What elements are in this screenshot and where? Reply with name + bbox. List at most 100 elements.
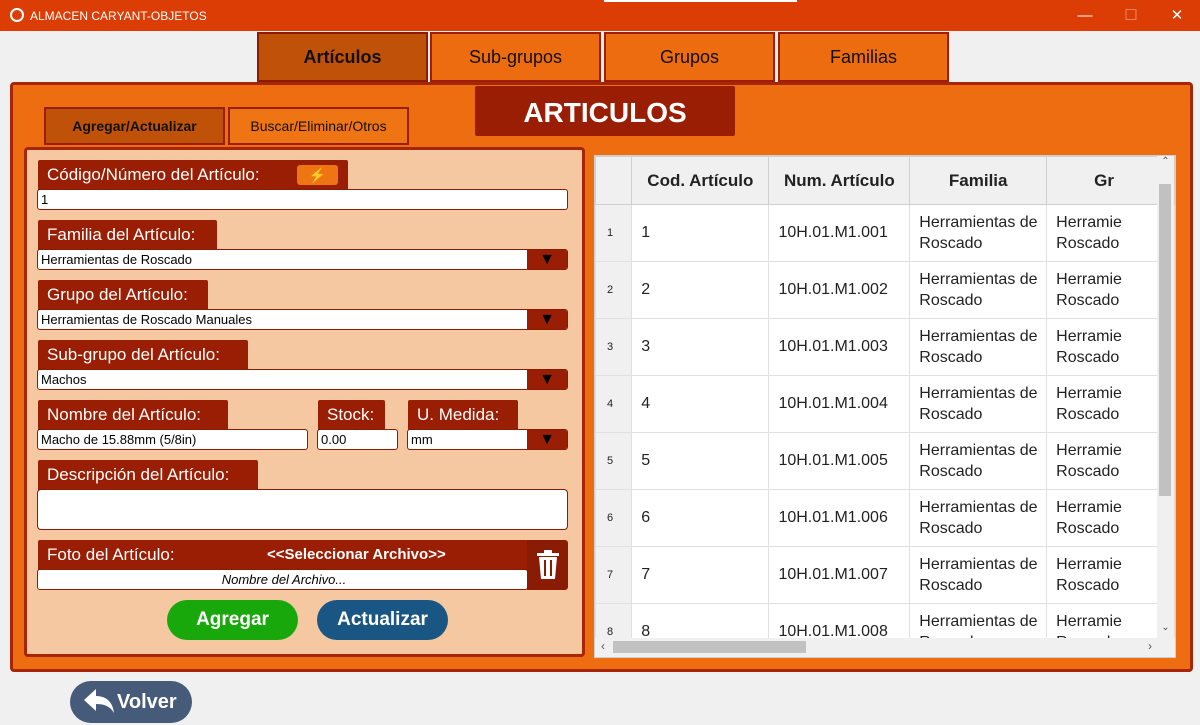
- subtab-buscar-eliminar[interactable]: Buscar/Eliminar/Otros: [228, 107, 409, 145]
- title-highlight: [604, 0, 797, 2]
- row-number: 4: [595, 375, 633, 433]
- tab-familias[interactable]: Familias: [778, 32, 949, 82]
- scroll-left-icon[interactable]: ‹: [595, 639, 611, 655]
- cell-cod: 3: [631, 318, 770, 376]
- trash-icon[interactable]: [527, 540, 568, 590]
- familia-value: Herramientas de Roscado: [41, 252, 193, 267]
- cell-cod: 7: [631, 546, 770, 604]
- chevron-down-icon[interactable]: ▼: [527, 370, 567, 389]
- cell-familia: Herramientas de Roscado: [909, 546, 1048, 604]
- table-row[interactable]: 4 4 10H.01.M1.004 Herramientas de Roscad…: [595, 375, 1175, 433]
- table-row[interactable]: 6 6 10H.01.M1.006 Herramientas de Roscad…: [595, 489, 1175, 547]
- foto-label: Foto del Artículo:: [47, 545, 175, 564]
- table-row[interactable]: 7 7 10H.01.M1.007 Herramientas de Roscad…: [595, 546, 1175, 604]
- subgrupo-value: Machos: [41, 372, 87, 387]
- row-number: 2: [595, 261, 633, 319]
- maximize-icon[interactable]: ☐: [1108, 0, 1154, 31]
- cell-familia: Herramientas de Roscado: [909, 489, 1048, 547]
- cell-cod: 5: [631, 432, 770, 490]
- col-header-num[interactable]: Num. Artículo: [768, 156, 911, 205]
- grupo-select[interactable]: Herramientas de Roscado Manuales ▼: [37, 309, 568, 330]
- app-icon: [10, 8, 24, 22]
- tab-grupos[interactable]: Grupos: [604, 32, 775, 82]
- cell-cod: 2: [631, 261, 770, 319]
- umedida-value: mm: [411, 432, 433, 447]
- file-name-field: Nombre del Archivo...: [37, 569, 528, 590]
- cell-cod: 6: [631, 489, 770, 547]
- cell-num: 10H.01.M1.001: [768, 204, 911, 262]
- cell-num: 10H.01.M1.004: [768, 375, 911, 433]
- table-row[interactable]: 5 5 10H.01.M1.005 Herramientas de Roscad…: [595, 432, 1175, 490]
- familia-select[interactable]: Herramientas de Roscado ▼: [37, 249, 568, 270]
- col-header-cod[interactable]: Cod. Artículo: [631, 156, 770, 205]
- volver-label: Volver: [117, 691, 177, 713]
- window-title: ALMACEN CARYANT-OBJETOS: [30, 9, 207, 23]
- page-title: ARTICULOS: [475, 86, 735, 136]
- umedida-select[interactable]: mm ▼: [407, 429, 568, 450]
- cell-grupo: Herramie Roscado: [1046, 546, 1175, 604]
- tab-subgrupos[interactable]: Sub-grupos: [430, 32, 601, 82]
- scroll-up-icon[interactable]: ⌃: [1157, 156, 1174, 172]
- subgrupo-select[interactable]: Machos ▼: [37, 369, 568, 390]
- stock-label: Stock:: [318, 400, 385, 430]
- nombre-input[interactable]: Macho de 15.88mm (5/8in): [37, 429, 308, 450]
- descripcion-label: Descripción del Artículo:: [38, 460, 258, 490]
- select-file-button[interactable]: <<Seleccionar Archivo>>: [267, 546, 446, 563]
- horizontal-scrollbar[interactable]: ‹ ›: [595, 638, 1175, 657]
- table-row[interactable]: 1 1 10H.01.M1.001 Herramientas de Roscad…: [595, 204, 1175, 262]
- cell-num: 10H.01.M1.005: [768, 432, 911, 490]
- row-number: 5: [595, 432, 633, 490]
- scroll-right-icon[interactable]: ›: [1142, 639, 1158, 655]
- row-number: 7: [595, 546, 633, 604]
- cell-grupo: Herramie Roscado: [1046, 375, 1175, 433]
- minimize-icon[interactable]: —: [1062, 0, 1108, 31]
- cell-grupo: Herramie Roscado: [1046, 432, 1175, 490]
- vertical-scrollbar[interactable]: ⌃ ⌄: [1157, 156, 1174, 638]
- cell-num: 10H.01.M1.006: [768, 489, 911, 547]
- grupo-value: Herramientas de Roscado Manuales: [41, 312, 252, 327]
- cell-familia: Herramientas de Roscado: [909, 375, 1048, 433]
- horizontal-scroll-thumb[interactable]: [613, 641, 806, 653]
- umedida-label: U. Medida:: [408, 400, 518, 430]
- articles-grid: Cod. Artículo Num. Artículo Familia Gr 1…: [595, 156, 1175, 657]
- subtab-agregar-actualizar[interactable]: Agregar/Actualizar: [44, 107, 225, 145]
- cell-familia: Herramientas de Roscado: [909, 432, 1048, 490]
- table-row[interactable]: 3 3 10H.01.M1.003 Herramientas de Roscad…: [595, 318, 1175, 376]
- cell-grupo: Herramie Roscado: [1046, 318, 1175, 376]
- chevron-down-icon[interactable]: ▼: [527, 430, 567, 449]
- codigo-input[interactable]: 1: [37, 189, 568, 210]
- row-number: 6: [595, 489, 633, 547]
- back-arrow-icon: [84, 689, 114, 713]
- generate-code-icon[interactable]: ⚡: [297, 165, 338, 185]
- cell-grupo: Herramie Roscado: [1046, 261, 1175, 319]
- cell-familia: Herramientas de Roscado: [909, 261, 1048, 319]
- vertical-scroll-thumb[interactable]: [1159, 184, 1171, 496]
- col-header-grupo[interactable]: Gr: [1046, 156, 1175, 205]
- cell-grupo: Herramie Roscado: [1046, 489, 1175, 547]
- grupo-label: Grupo del Artículo:: [38, 280, 208, 310]
- cell-familia: Herramientas de Roscado: [909, 204, 1048, 262]
- chevron-down-icon[interactable]: ▼: [527, 250, 567, 269]
- cell-num: 10H.01.M1.007: [768, 546, 911, 604]
- row-header-corner: [595, 156, 633, 205]
- descripcion-textarea[interactable]: [37, 489, 568, 530]
- col-header-familia[interactable]: Familia: [909, 156, 1048, 205]
- cell-num: 10H.01.M1.002: [768, 261, 911, 319]
- scroll-down-icon[interactable]: ⌄: [1157, 622, 1174, 638]
- row-number: 3: [595, 318, 633, 376]
- close-icon[interactable]: ✕: [1154, 0, 1200, 31]
- cell-cod: 4: [631, 375, 770, 433]
- cell-grupo: Herramie Roscado: [1046, 204, 1175, 262]
- articles-table: Cod. Artículo Num. Artículo Familia Gr 1…: [594, 155, 1176, 658]
- chevron-down-icon[interactable]: ▼: [527, 310, 567, 329]
- stock-input[interactable]: 0.00: [317, 429, 398, 450]
- actualizar-button[interactable]: Actualizar: [317, 600, 448, 640]
- agregar-button[interactable]: Agregar: [167, 600, 298, 640]
- table-row[interactable]: 2 2 10H.01.M1.002 Herramientas de Roscad…: [595, 261, 1175, 319]
- cell-cod: 1: [631, 204, 770, 262]
- row-number: 1: [595, 204, 633, 262]
- tab-articulos[interactable]: Artículos: [257, 32, 428, 82]
- familia-label: Familia del Artículo:: [38, 220, 217, 250]
- nombre-label: Nombre del Artículo:: [38, 400, 228, 430]
- volver-button[interactable]: Volver: [70, 681, 192, 723]
